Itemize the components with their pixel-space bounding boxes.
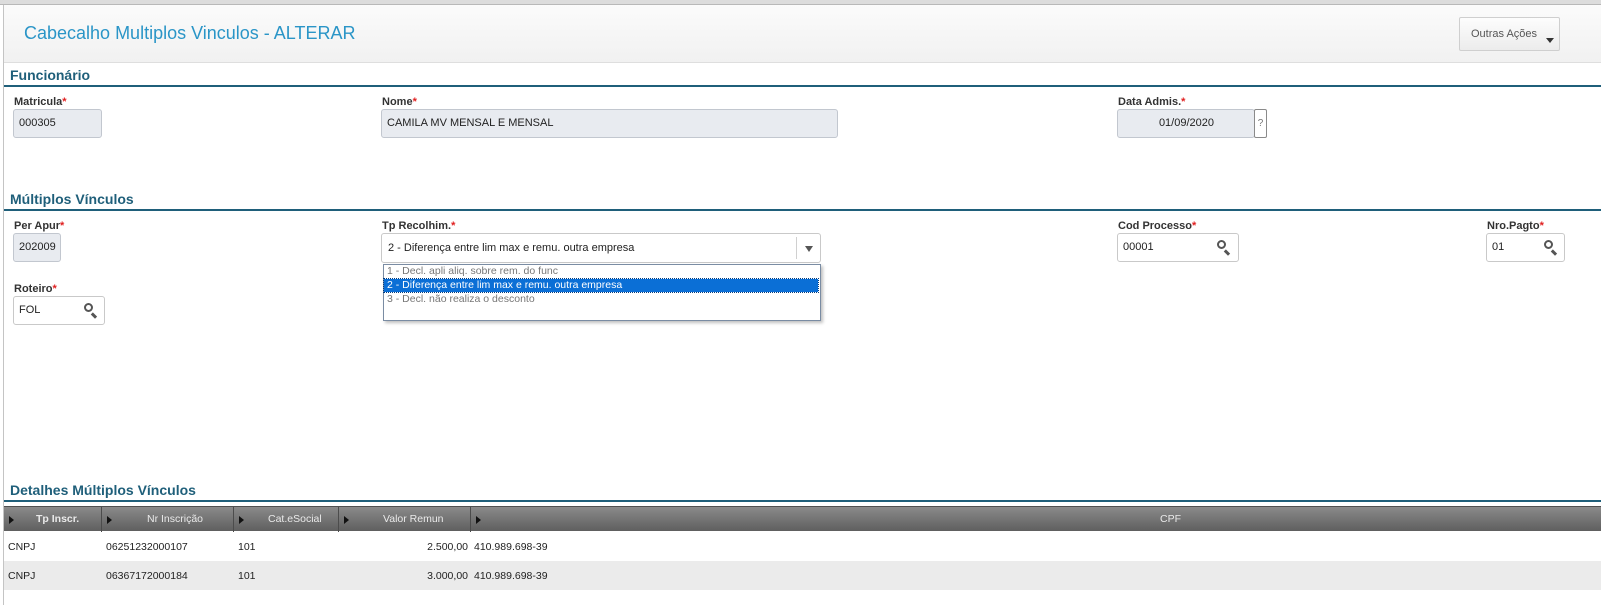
cell-cpf: 410.989.698-39	[474, 570, 548, 582]
dropdown-option-3[interactable]: 3 - Decl. não realiza o desconto	[384, 293, 818, 306]
required-mark: *	[1539, 220, 1544, 232]
section-divider	[4, 500, 1601, 502]
cell-tp-inscr: CNPJ	[8, 570, 36, 582]
cod-processo-label: Cod Processo*	[1118, 220, 1197, 232]
cell-tp-inscr: CNPJ	[8, 541, 36, 553]
column-header-nr-inscricao[interactable]: Nr Inscrição	[102, 507, 234, 532]
table-row[interactable]: CNPJ 06367172000184 101 3.000,00 410.989…	[4, 561, 1601, 590]
cell-valor-remun: 2.500,00	[427, 541, 468, 553]
data-admis-field[interactable]: 01/09/2020	[1117, 109, 1255, 138]
matricula-label: Matricula*	[14, 96, 67, 108]
chevron-down-icon[interactable]	[805, 246, 813, 252]
column-header-cat-esocial[interactable]: Cat.eSocial	[234, 507, 339, 532]
roteiro-label: Roteiro*	[14, 283, 57, 295]
section-title-detalhes: Detalhes Múltiplos Vínculos	[10, 482, 196, 498]
required-mark: *	[60, 220, 65, 232]
grid-header: Tp Inscr. Nr Inscrição Cat.eSocial Valor…	[4, 506, 1601, 532]
page-title: Cabecalho Multiplos Vinculos - ALTERAR	[24, 23, 356, 43]
column-header-tp-inscr[interactable]: Tp Inscr.	[4, 507, 102, 532]
help-button[interactable]: ?	[1254, 109, 1267, 138]
cell-cpf: 410.989.698-39	[474, 541, 548, 553]
tp-recolhim-value: 2 - Diferença entre lim max e remu. outr…	[388, 242, 635, 254]
required-mark: *	[1191, 220, 1197, 232]
required-mark: *	[412, 96, 417, 108]
tp-recolhim-dropdown-list: 1 - Decl. apli aliq. sobre rem. do func …	[383, 264, 821, 321]
nro-pagto-label: Nro.Pagto*	[1487, 220, 1544, 232]
required-mark: *	[451, 220, 456, 232]
outras-acoes-label: Outras Ações	[1471, 28, 1538, 40]
page-header: Cabecalho Multiplos Vinculos - ALTERAR O…	[4, 5, 1601, 63]
search-icon[interactable]	[1217, 240, 1231, 256]
section-title-funcionario: Funcionário	[10, 67, 91, 83]
column-header-valor-remun[interactable]: Valor Remun	[339, 507, 471, 532]
required-mark: *	[62, 96, 67, 108]
outras-acoes-button[interactable]: Outras Ações	[1459, 17, 1560, 51]
triangle-right-icon	[239, 516, 244, 524]
table-row[interactable]: CNPJ 06251232000107 101 2.500,00 410.989…	[4, 532, 1601, 561]
per-apur-label: Per Apur*	[14, 220, 65, 232]
dropdown-option-2-selected[interactable]: 2 - Diferença entre lim max e remu. outr…	[383, 278, 819, 293]
data-admis-label: Data Admis.*	[1118, 96, 1186, 108]
nome-field[interactable]: CAMILA MV MENSAL E MENSAL	[381, 109, 838, 138]
caret-down-icon	[1546, 38, 1554, 43]
tp-recolhim-select[interactable]: 2 - Diferença entre lim max e remu. outr…	[381, 233, 821, 263]
matricula-field[interactable]: 000305	[13, 109, 102, 138]
triangle-right-icon	[344, 516, 349, 524]
section-divider	[4, 209, 1601, 211]
triangle-right-icon	[107, 516, 112, 524]
select-separator	[796, 237, 797, 259]
required-mark: *	[1181, 96, 1186, 108]
cell-nr-inscricao: 06251232000107	[106, 541, 188, 553]
required-mark: *	[52, 283, 57, 295]
triangle-right-icon	[9, 516, 14, 524]
triangle-right-icon	[476, 516, 481, 524]
cell-valor-remun: 3.000,00	[427, 570, 468, 582]
cell-cat-esocial: 101	[238, 570, 256, 582]
per-apur-field[interactable]: 202009	[13, 233, 61, 262]
section-title-multiplos-vinculos: Múltiplos Vínculos	[10, 191, 134, 207]
column-header-cpf[interactable]: CPF	[471, 507, 1601, 532]
search-icon[interactable]	[1544, 240, 1558, 256]
cell-nr-inscricao: 06367172000184	[106, 570, 188, 582]
dropdown-option-1[interactable]: 1 - Decl. apli aliq. sobre rem. do func	[384, 265, 818, 278]
cell-cat-esocial: 101	[238, 541, 256, 553]
nome-label: Nome*	[382, 96, 417, 108]
section-divider	[4, 85, 1601, 87]
search-icon[interactable]	[84, 303, 98, 319]
tp-recolhim-label: Tp Recolhim.*	[382, 220, 456, 232]
